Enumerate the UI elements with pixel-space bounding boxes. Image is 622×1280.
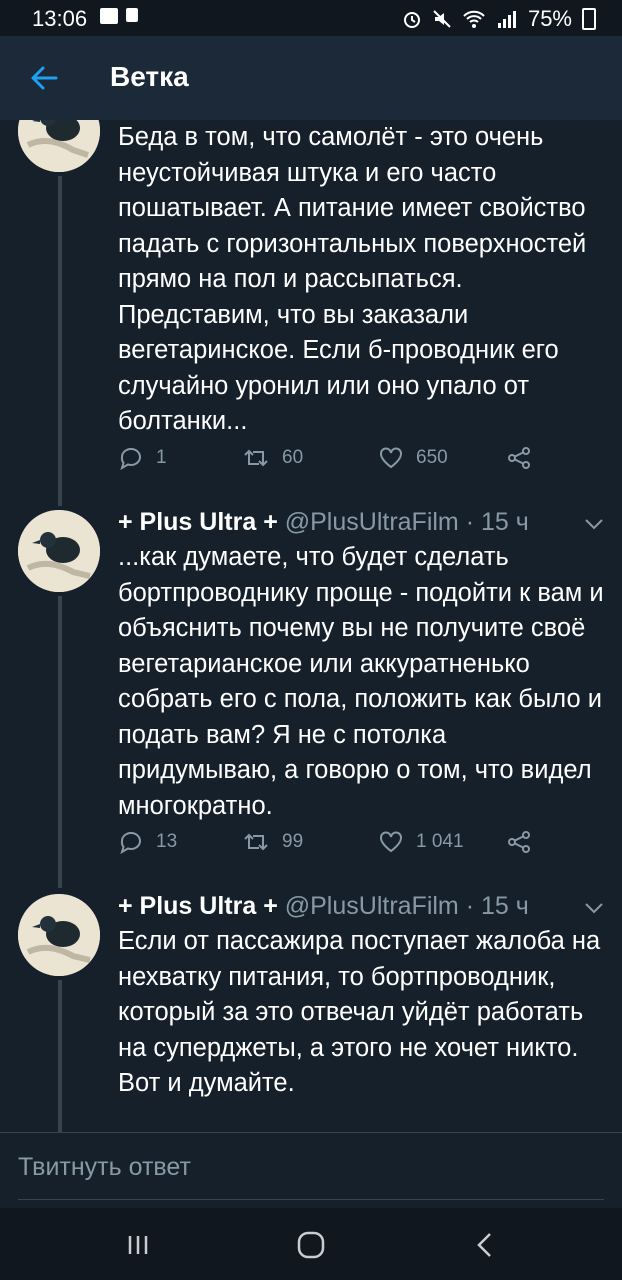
author-handle[interactable]: @PlusUltraFilm [285, 892, 459, 920]
status-time: 13:06 [32, 6, 88, 31]
battery-percent: 75% [527, 6, 572, 31]
like-button[interactable]: 650 [378, 446, 448, 470]
thread-timeline[interactable]: Беда в том, что самолёт - это очень неус… [0, 120, 622, 1132]
like-button[interactable]: 1 041 [378, 830, 464, 854]
author-name[interactable]: + Plus Ultra + [118, 508, 278, 536]
tweet-text: ...как думаете, что будет сделать бортпр… [118, 543, 604, 820]
retweet-icon [244, 833, 268, 851]
tweet-time: 15 ч [480, 508, 529, 536]
separator: · [465, 508, 475, 536]
avatar[interactable] [18, 510, 100, 592]
back-icon[interactable] [466, 1228, 506, 1262]
tweet-actions: 1 60 650 [118, 446, 558, 476]
reply-icon [120, 447, 141, 470]
retweet-count: 99 [282, 831, 304, 852]
home-icon[interactable] [291, 1228, 331, 1262]
back-arrow-icon[interactable] [28, 58, 60, 98]
avatar[interactable] [18, 894, 100, 976]
author-name[interactable]: + Plus Ultra + [118, 892, 278, 920]
signal-icon [497, 11, 516, 28]
like-icon [380, 831, 402, 853]
reply-count: 13 [156, 831, 178, 852]
system-nav-bar [0, 1208, 622, 1280]
avatar[interactable] [18, 120, 100, 172]
tweet-text: Если от пассажира поступает жалоба на не… [118, 927, 601, 1097]
tweet-time: 15 ч [480, 892, 529, 920]
chevron-down-icon[interactable] [584, 518, 604, 530]
thread-line [58, 980, 62, 1132]
reply-input[interactable]: Твитнуть ответ [18, 1153, 604, 1200]
chevron-down-icon[interactable] [584, 902, 604, 914]
share-button[interactable] [506, 446, 532, 470]
retweet-button[interactable]: 60 [242, 446, 303, 470]
reply-count: 1 [156, 447, 167, 468]
tweet-text: Беда в том, что самолёт - это очень неус… [118, 123, 587, 435]
share-icon [508, 447, 530, 469]
tweet-3[interactable]: + Plus Ultra + @PlusUltraFilm · 15 ч Есл… [0, 888, 622, 1132]
tweet-1[interactable]: Беда в том, что самолёт - это очень неус… [0, 120, 622, 506]
reply-icon [120, 831, 141, 854]
like-count: 1 041 [416, 831, 464, 852]
retweet-button[interactable]: 99 [242, 830, 303, 854]
retweet-icon [244, 449, 268, 467]
alarm-icon [403, 12, 420, 28]
tweet-header: + Plus Ultra + @PlusUltraFilm · 15 ч [118, 892, 529, 921]
mute-icon [433, 10, 451, 28]
thread-line [58, 596, 62, 888]
separator: · [465, 892, 475, 920]
like-count: 650 [416, 447, 448, 468]
reply-bar: Твитнуть ответ [0, 1132, 622, 1208]
page-title: Ветка [110, 61, 189, 92]
wifi-icon [463, 10, 485, 28]
app-header: Ветка [0, 36, 622, 120]
battery-icon [582, 8, 596, 30]
share-icon [508, 831, 530, 853]
share-button[interactable] [506, 830, 532, 854]
reply-button[interactable]: 1 [118, 446, 167, 470]
gallery-icon [100, 8, 118, 24]
author-handle[interactable]: @PlusUltraFilm [285, 508, 459, 536]
tweet-header: + Plus Ultra + @PlusUltraFilm · 15 ч [118, 508, 529, 537]
tweet-2[interactable]: + Plus Ultra + @PlusUltraFilm · 15 ч ...… [0, 504, 622, 888]
retweet-count: 60 [282, 447, 304, 468]
reply-button[interactable]: 13 [118, 830, 177, 854]
recents-icon[interactable] [118, 1228, 158, 1262]
status-bar: 13:06 75% [0, 0, 622, 36]
tweet-actions: 13 99 1 041 [118, 830, 558, 860]
thread-line [58, 176, 62, 506]
like-icon [380, 447, 402, 469]
media-icon [126, 8, 138, 22]
